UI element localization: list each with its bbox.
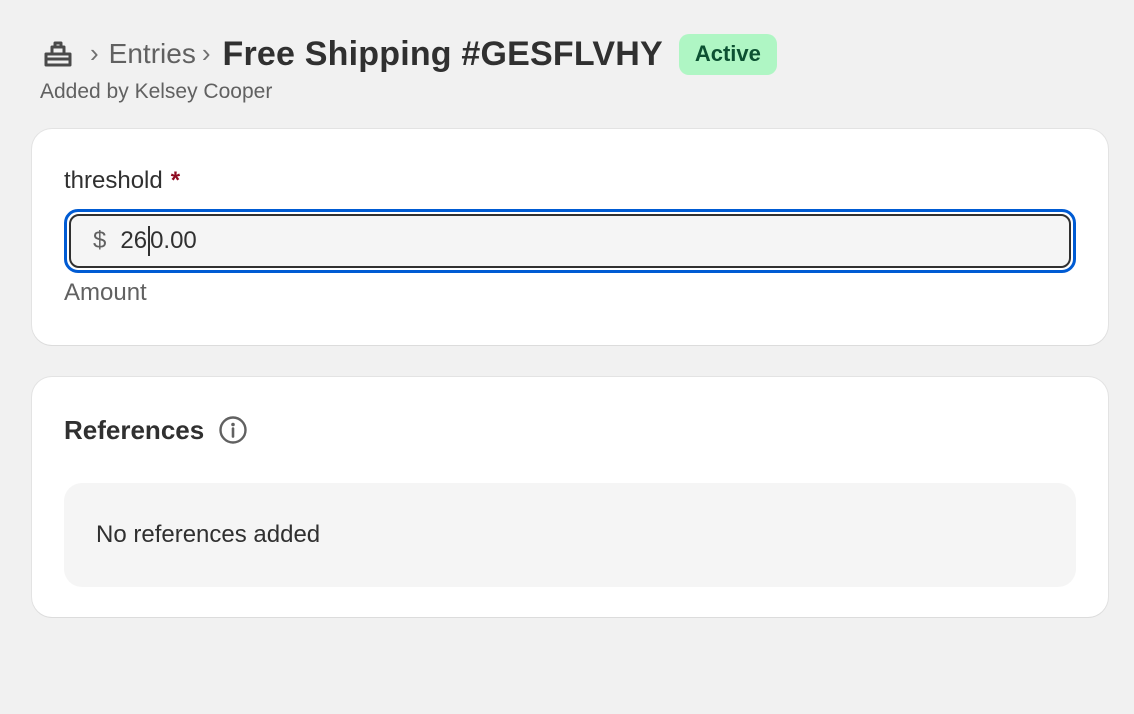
- page-title: Free Shipping #GESFLVHY: [222, 34, 663, 73]
- references-empty-state: No references added: [64, 483, 1076, 587]
- required-indicator: *: [170, 167, 181, 194]
- threshold-label-text: threshold: [64, 167, 163, 194]
- references-card: References No references added: [32, 377, 1108, 617]
- threshold-input-focus-ring: $ 26 0.00: [64, 209, 1076, 273]
- references-title: References: [64, 414, 205, 445]
- breadcrumb-separator: ›: [90, 38, 99, 68]
- added-by-text: Added by Kelsey Cooper: [40, 80, 273, 103]
- page-header: › Entries › Free Shipping #GESFLVHY Acti…: [40, 32, 1100, 104]
- breadcrumb-separator: ›: [201, 38, 211, 68]
- value-before-caret: 26: [120, 227, 148, 254]
- info-icon[interactable]: [218, 415, 248, 445]
- breadcrumb-entries-link[interactable]: Entries: [109, 38, 196, 70]
- threshold-label: threshold *: [64, 165, 1076, 197]
- threshold-input[interactable]: $ 26 0.00: [69, 214, 1071, 268]
- value-after-caret: 0.00: [150, 227, 197, 254]
- threshold-card: threshold * $ 26 0.00 Amount: [32, 129, 1108, 345]
- threshold-input-value[interactable]: 26 0.00: [120, 226, 197, 256]
- breadcrumb: › Entries › Free Shipping #GESFLVHY Acti…: [40, 32, 1100, 76]
- store-icon[interactable]: [40, 36, 76, 72]
- empty-state-text: No references added: [96, 521, 321, 548]
- references-header: References: [64, 413, 1076, 447]
- currency-prefix: $: [93, 227, 107, 254]
- status-badge: Active: [678, 33, 777, 75]
- threshold-help-text: Amount: [64, 279, 147, 306]
